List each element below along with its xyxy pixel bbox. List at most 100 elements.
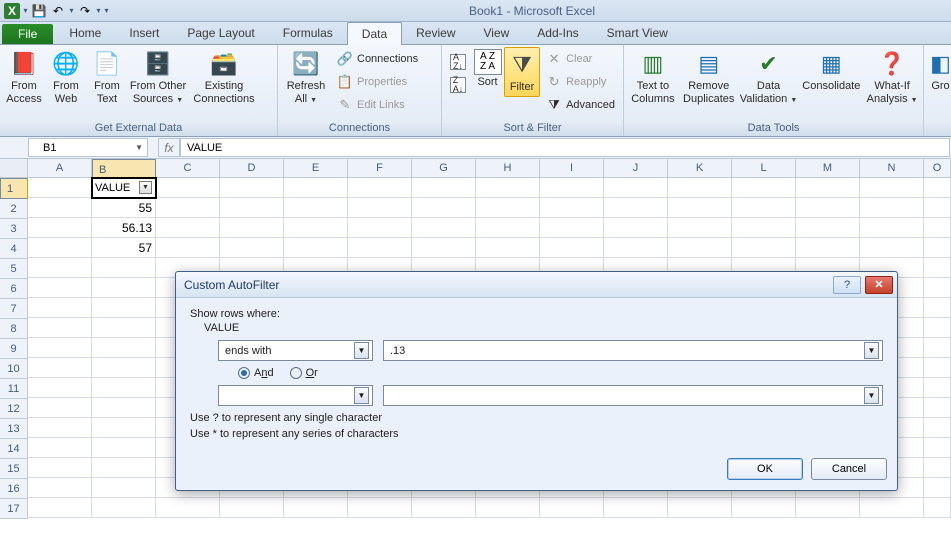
cell-L4[interactable] bbox=[732, 238, 796, 258]
cell-M1[interactable] bbox=[796, 178, 860, 198]
cell-O17[interactable] bbox=[924, 498, 951, 518]
dialog-help-button[interactable]: ? bbox=[833, 276, 861, 294]
operator-2-select[interactable]: ▼ bbox=[218, 385, 373, 406]
cell-J17[interactable] bbox=[604, 498, 668, 518]
cell-M3[interactable] bbox=[796, 218, 860, 238]
sort-button[interactable]: A ZZ A Sort bbox=[472, 47, 503, 91]
cell-E17[interactable] bbox=[284, 498, 348, 518]
cell-D2[interactable] bbox=[220, 198, 284, 218]
undo-dropdown-icon[interactable]: ▾ bbox=[69, 2, 74, 20]
cell-H3[interactable] bbox=[476, 218, 540, 238]
cell-O3[interactable] bbox=[924, 218, 951, 238]
consolidate-button[interactable]: ▦ Consolidate bbox=[799, 47, 863, 95]
cell-O8[interactable] bbox=[924, 318, 951, 338]
formula-input[interactable]: VALUE bbox=[180, 138, 950, 157]
cell-A3[interactable] bbox=[28, 218, 92, 238]
cell-O14[interactable] bbox=[924, 438, 951, 458]
cell-F4[interactable] bbox=[348, 238, 412, 258]
cell-B10[interactable] bbox=[92, 358, 156, 378]
row-header-17[interactable]: 17 bbox=[0, 499, 28, 519]
clear-filter-button[interactable]: ✕Clear bbox=[543, 48, 618, 70]
cell-B9[interactable] bbox=[92, 338, 156, 358]
tab-view[interactable]: View bbox=[470, 22, 524, 44]
cell-B6[interactable] bbox=[92, 278, 156, 298]
cell-K1[interactable] bbox=[668, 178, 732, 198]
data-validation-button[interactable]: ✔ Data Validation ▼ bbox=[739, 47, 799, 107]
row-header-4[interactable]: 4 bbox=[0, 239, 28, 259]
sort-asc-button[interactable]: AZ↓ bbox=[447, 51, 469, 73]
cell-N4[interactable] bbox=[860, 238, 924, 258]
cell-A9[interactable] bbox=[28, 338, 92, 358]
cell-L2[interactable] bbox=[732, 198, 796, 218]
advanced-filter-button[interactable]: ⧩Advanced bbox=[543, 94, 618, 116]
cell-C4[interactable] bbox=[156, 238, 220, 258]
cell-G4[interactable] bbox=[412, 238, 476, 258]
tab-page-layout[interactable]: Page Layout bbox=[173, 22, 268, 44]
cell-H4[interactable] bbox=[476, 238, 540, 258]
from-other-sources-button[interactable]: 🗄️ From Other Sources ▼ bbox=[128, 47, 188, 107]
cell-N2[interactable] bbox=[860, 198, 924, 218]
value-2-input[interactable]: ▼ bbox=[383, 385, 883, 406]
cell-D4[interactable] bbox=[220, 238, 284, 258]
cell-N17[interactable] bbox=[860, 498, 924, 518]
row-header-9[interactable]: 9 bbox=[0, 339, 28, 359]
cell-J2[interactable] bbox=[604, 198, 668, 218]
cell-B16[interactable] bbox=[92, 478, 156, 498]
cell-E4[interactable] bbox=[284, 238, 348, 258]
cancel-button[interactable]: Cancel bbox=[811, 458, 887, 480]
cell-I1[interactable] bbox=[540, 178, 604, 198]
cell-O7[interactable] bbox=[924, 298, 951, 318]
cell-C2[interactable] bbox=[156, 198, 220, 218]
cell-F2[interactable] bbox=[348, 198, 412, 218]
cell-B4[interactable]: 57 bbox=[92, 238, 156, 258]
reapply-filter-button[interactable]: ↻Reapply bbox=[543, 71, 618, 93]
cell-O9[interactable] bbox=[924, 338, 951, 358]
col-header-G[interactable]: G bbox=[412, 159, 476, 178]
cell-O10[interactable] bbox=[924, 358, 951, 378]
cell-A1[interactable] bbox=[28, 178, 92, 198]
from-text-button[interactable]: 📄 From Text bbox=[87, 47, 127, 107]
cell-B7[interactable] bbox=[92, 298, 156, 318]
cell-O15[interactable] bbox=[924, 458, 951, 478]
cell-C3[interactable] bbox=[156, 218, 220, 238]
sort-desc-button[interactable]: ZA↓ bbox=[447, 74, 469, 96]
cell-C1[interactable] bbox=[156, 178, 220, 198]
col-header-K[interactable]: K bbox=[668, 159, 732, 178]
cell-K17[interactable] bbox=[668, 498, 732, 518]
filter-dropdown-icon[interactable]: ▼ bbox=[139, 181, 152, 194]
cell-D3[interactable] bbox=[220, 218, 284, 238]
cell-A10[interactable] bbox=[28, 358, 92, 378]
tab-insert[interactable]: Insert bbox=[115, 22, 173, 44]
col-header-M[interactable]: M bbox=[796, 159, 860, 178]
cell-C17[interactable] bbox=[156, 498, 220, 518]
cell-G1[interactable] bbox=[412, 178, 476, 198]
cell-G17[interactable] bbox=[412, 498, 476, 518]
cell-O1[interactable] bbox=[924, 178, 951, 198]
cell-O2[interactable] bbox=[924, 198, 951, 218]
row-header-16[interactable]: 16 bbox=[0, 479, 28, 499]
tab-review[interactable]: Review bbox=[402, 22, 469, 44]
row-header-1[interactable]: 1 bbox=[0, 178, 28, 199]
cell-B2[interactable]: 55 bbox=[92, 198, 156, 218]
row-header-6[interactable]: 6 bbox=[0, 279, 28, 299]
row-header-8[interactable]: 8 bbox=[0, 319, 28, 339]
filter-button[interactable]: ⧩ Filter bbox=[504, 47, 540, 97]
col-header-D[interactable]: D bbox=[220, 159, 284, 178]
save-icon[interactable]: 💾 bbox=[31, 3, 47, 19]
qat-customize-icon[interactable]: ▾ bbox=[104, 2, 109, 20]
select-all-corner[interactable] bbox=[0, 159, 28, 178]
cell-A8[interactable] bbox=[28, 318, 92, 338]
cell-E3[interactable] bbox=[284, 218, 348, 238]
col-header-N[interactable]: N bbox=[860, 159, 924, 178]
cell-G2[interactable] bbox=[412, 198, 476, 218]
or-radio[interactable]: Or bbox=[290, 367, 318, 379]
row-header-11[interactable]: 11 bbox=[0, 379, 28, 399]
qat-dropdown-icon[interactable]: ▾ bbox=[23, 2, 28, 20]
refresh-all-button[interactable]: 🔄 Refresh All ▼ bbox=[281, 47, 331, 107]
col-header-B[interactable]: B bbox=[92, 159, 156, 180]
redo-dropdown-icon[interactable]: ▾ bbox=[96, 2, 101, 20]
cell-L3[interactable] bbox=[732, 218, 796, 238]
cell-F17[interactable] bbox=[348, 498, 412, 518]
col-header-H[interactable]: H bbox=[476, 159, 540, 178]
col-header-C[interactable]: C bbox=[156, 159, 220, 178]
